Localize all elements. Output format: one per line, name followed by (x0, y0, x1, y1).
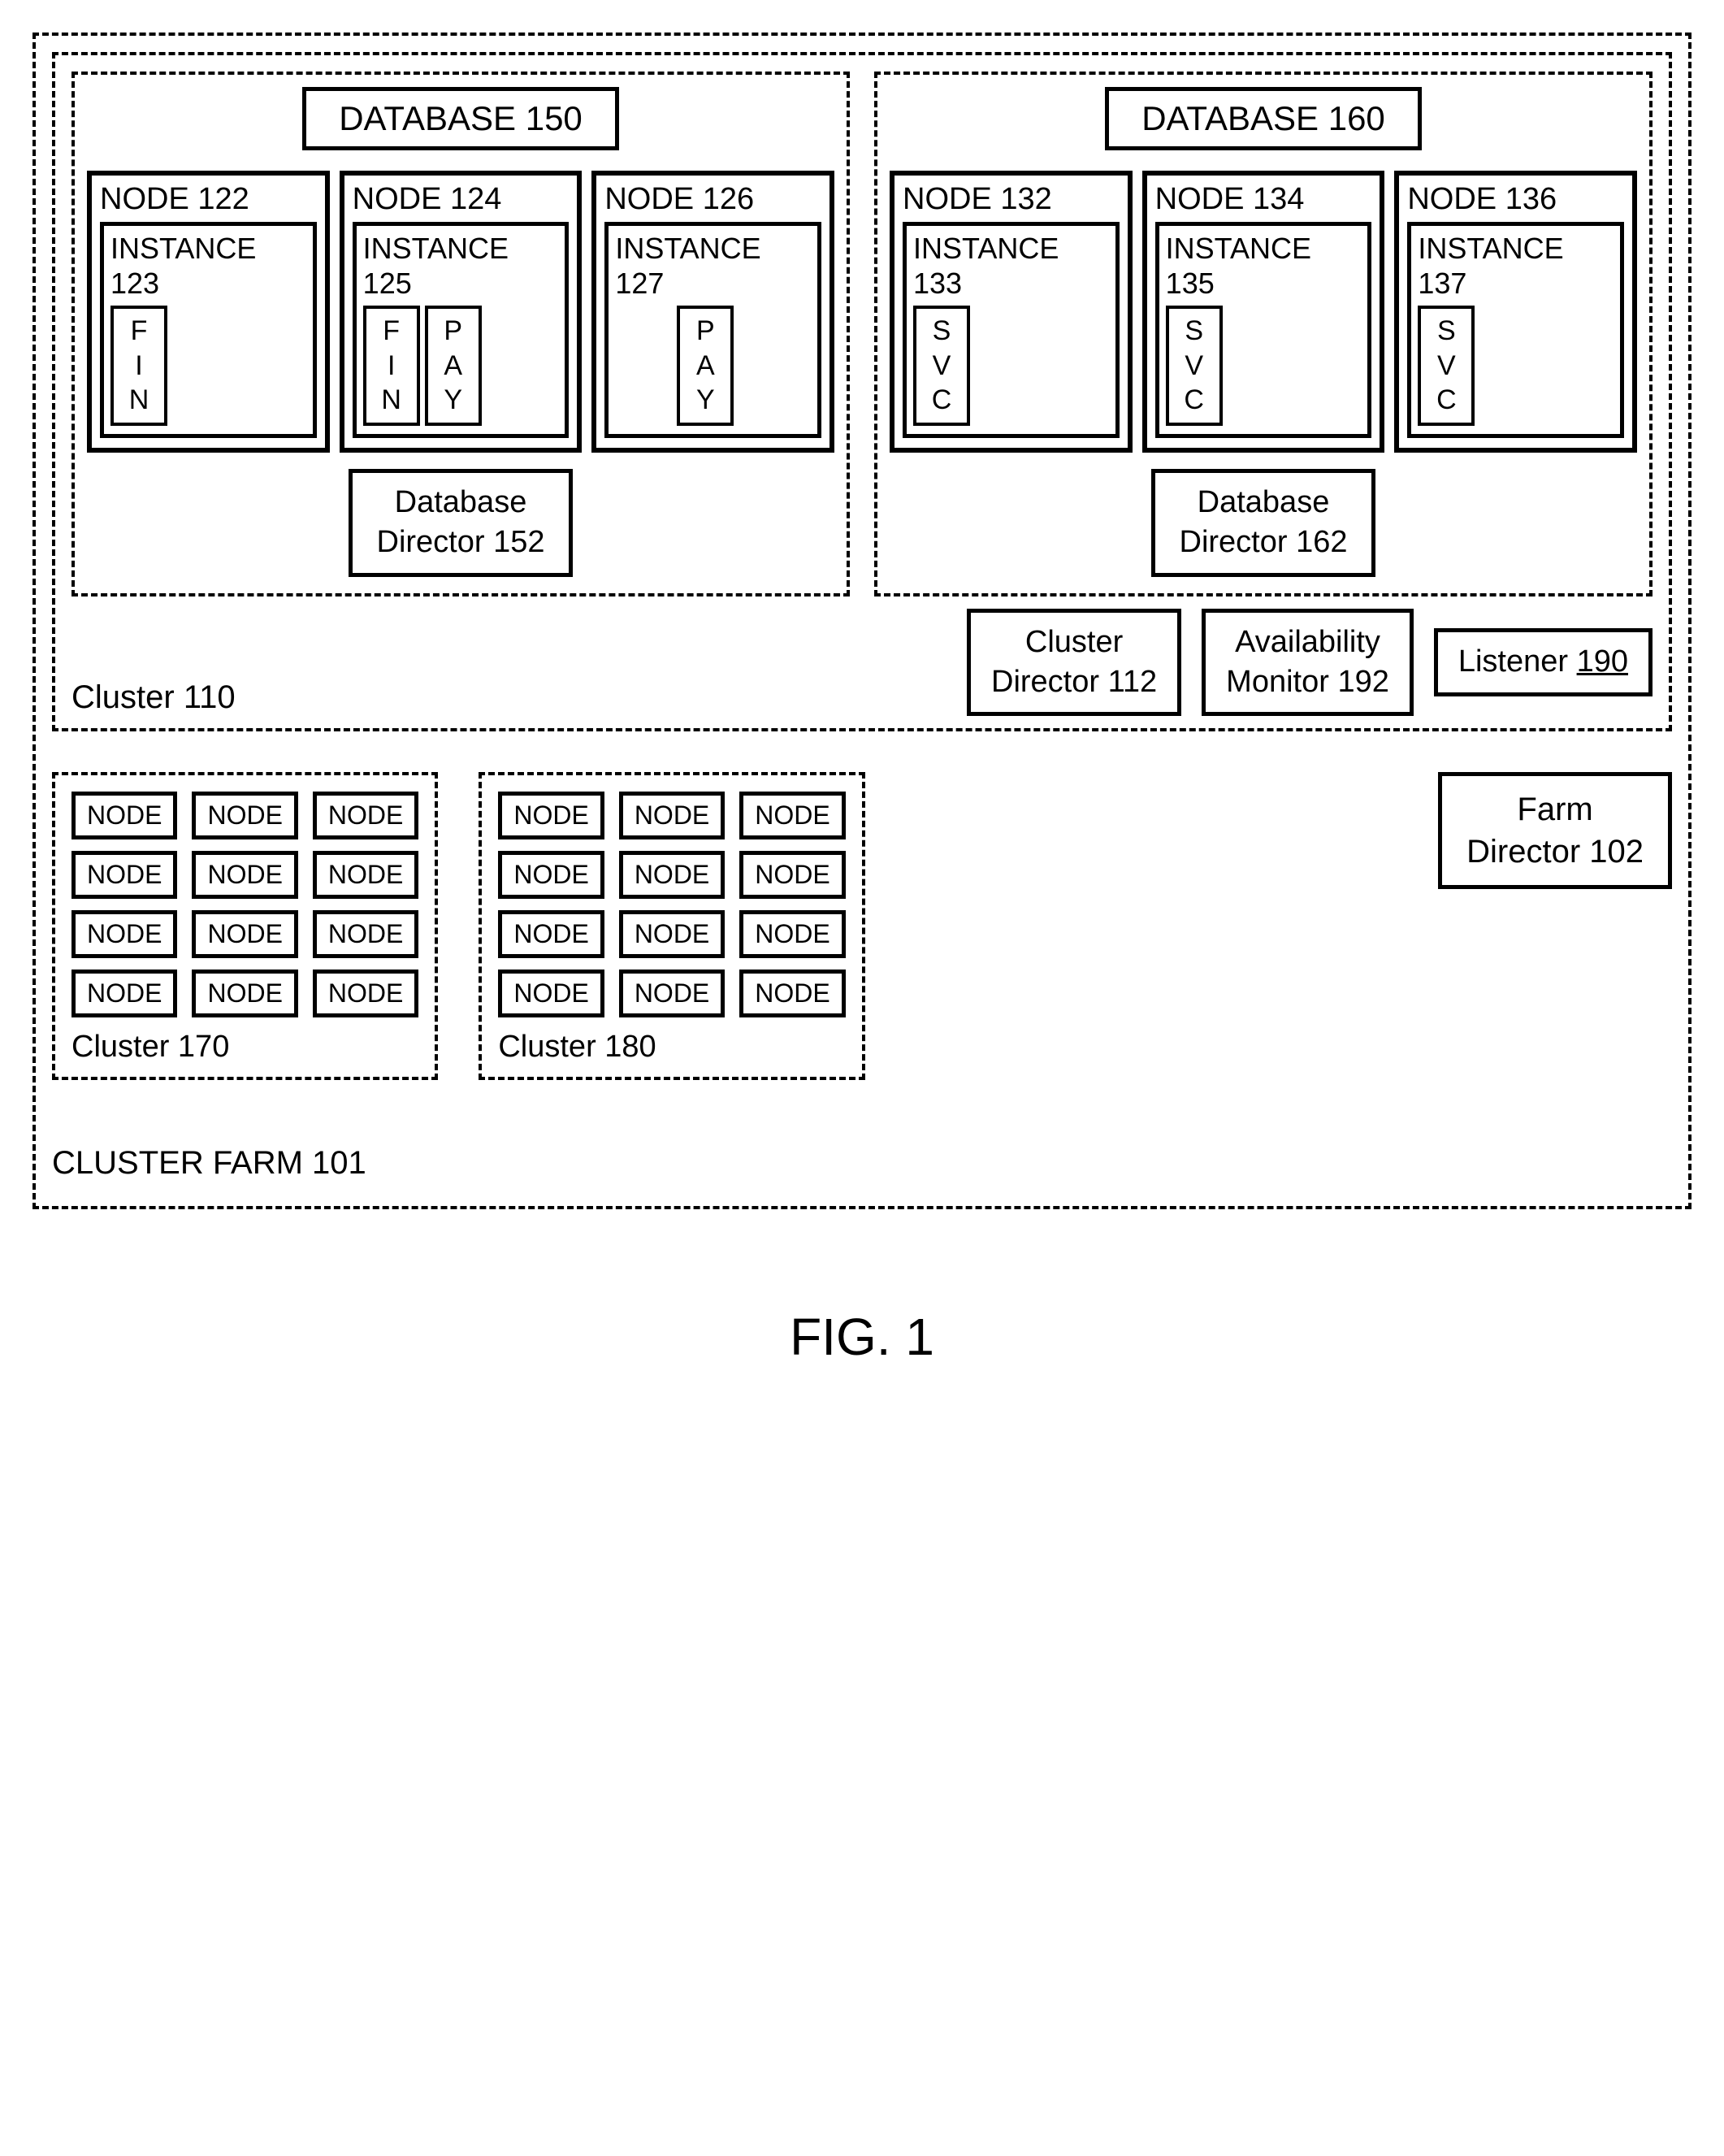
mini-node: NODE (313, 851, 418, 899)
svc-fin: F I N (110, 306, 167, 426)
svc-fin: F I N (363, 306, 420, 426)
cluster-180: NODE NODE NODE NODE NODE NODE NODE NODE … (479, 772, 864, 1080)
instance-125-title: INSTANCE 125 (363, 231, 559, 301)
mini-node: NODE (192, 792, 297, 839)
instance-127: INSTANCE 127 P A Y (604, 222, 821, 438)
node-124-title: NODE 124 (353, 182, 570, 217)
instance-125: INSTANCE 125 F I N P A Y (353, 222, 570, 438)
cluster-110: DATABASE 150 NODE 122 INSTANCE 123 F I N (52, 52, 1672, 731)
node-124: NODE 124 INSTANCE 125 F I N P (340, 171, 583, 453)
listener-190: Listener 190 (1434, 628, 1653, 696)
mini-node: NODE (498, 910, 604, 958)
mini-node: NODE (71, 910, 177, 958)
availability-monitor-192: Availability Monitor 192 (1202, 609, 1414, 717)
cluster-170: NODE NODE NODE NODE NODE NODE NODE NODE … (52, 772, 438, 1080)
db160-title: DATABASE 160 (1105, 87, 1422, 150)
instance-137: INSTANCE 137 S V C (1407, 222, 1624, 438)
node-134: NODE 134 INSTANCE 135 S V C (1142, 171, 1385, 453)
mini-node: NODE (71, 792, 177, 839)
mini-node: NODE (739, 851, 845, 899)
instance-123: INSTANCE 123 F I N (100, 222, 317, 438)
mini-node: NODE (192, 970, 297, 1017)
mini-node: NODE (739, 910, 845, 958)
svc-pay: P A Y (677, 306, 734, 426)
database-160: DATABASE 160 NODE 132 INSTANCE 133 S V C (874, 72, 1653, 596)
db160-nodes: NODE 132 INSTANCE 133 S V C (890, 171, 1637, 453)
database-director-152: Database Director 152 (349, 469, 574, 577)
cluster-director-112: Cluster Director 112 (967, 609, 1181, 717)
cluster-110-label: Cluster 110 (71, 631, 236, 716)
mini-node: NODE (313, 792, 418, 839)
node-122-title: NODE 122 (100, 182, 317, 217)
farm-director-102: Farm Director 102 (1438, 772, 1672, 889)
mini-node: NODE (313, 970, 418, 1017)
database-row: DATABASE 150 NODE 122 INSTANCE 123 F I N (71, 72, 1653, 596)
node-132: NODE 132 INSTANCE 133 S V C (890, 171, 1133, 453)
cluster-180-label: Cluster 180 (498, 1030, 845, 1065)
mini-node: NODE (71, 851, 177, 899)
instance-123-title: INSTANCE 123 (110, 231, 306, 301)
node-134-title: NODE 134 (1155, 182, 1372, 217)
mini-node: NODE (739, 792, 845, 839)
cluster-170-label: Cluster 170 (71, 1030, 418, 1065)
mini-node: NODE (619, 851, 725, 899)
mini-node: NODE (739, 970, 845, 1017)
database-director-162: Database Director 162 (1151, 469, 1376, 577)
svc-svc: S V C (1166, 306, 1223, 426)
database-150: DATABASE 150 NODE 122 INSTANCE 123 F I N (71, 72, 850, 596)
node-122: NODE 122 INSTANCE 123 F I N (87, 171, 330, 453)
svc-svc: S V C (913, 306, 970, 426)
node-136: NODE 136 INSTANCE 137 S V C (1394, 171, 1637, 453)
figure-label: FIG. 1 (32, 1307, 1692, 1367)
mini-node: NODE (192, 851, 297, 899)
node-126-title: NODE 126 (604, 182, 821, 217)
mini-node: NODE (192, 910, 297, 958)
instance-135: INSTANCE 135 S V C (1155, 222, 1372, 438)
mini-node: NODE (619, 792, 725, 839)
instance-137-title: INSTANCE 137 (1418, 231, 1614, 301)
instance-135-title: INSTANCE 135 (1166, 231, 1362, 301)
cluster110-bottom-row: Cluster 110 Cluster Director 112 Availab… (71, 609, 1653, 717)
mini-node: NODE (498, 792, 604, 839)
cluster-farm: DATABASE 150 NODE 122 INSTANCE 123 F I N (32, 33, 1692, 1209)
mini-node: NODE (619, 970, 725, 1017)
mini-node: NODE (619, 910, 725, 958)
mini-node: NODE (313, 910, 418, 958)
node-126: NODE 126 INSTANCE 127 P A Y (591, 171, 834, 453)
instance-127-title: INSTANCE 127 (615, 231, 811, 301)
cluster-farm-label: CLUSTER FARM 101 (52, 1145, 1672, 1182)
svc-svc: S V C (1418, 306, 1475, 426)
mini-node: NODE (498, 970, 604, 1017)
svc-pay: P A Y (425, 306, 482, 426)
mini-node: NODE (71, 970, 177, 1017)
db150-title: DATABASE 150 (302, 87, 619, 150)
node-132-title: NODE 132 (903, 182, 1120, 217)
db150-nodes: NODE 122 INSTANCE 123 F I N (87, 171, 834, 453)
instance-133: INSTANCE 133 S V C (903, 222, 1120, 438)
node-136-title: NODE 136 (1407, 182, 1624, 217)
instance-133-title: INSTANCE 133 (913, 231, 1109, 301)
mini-node: NODE (498, 851, 604, 899)
lower-row: NODE NODE NODE NODE NODE NODE NODE NODE … (52, 772, 1672, 1080)
